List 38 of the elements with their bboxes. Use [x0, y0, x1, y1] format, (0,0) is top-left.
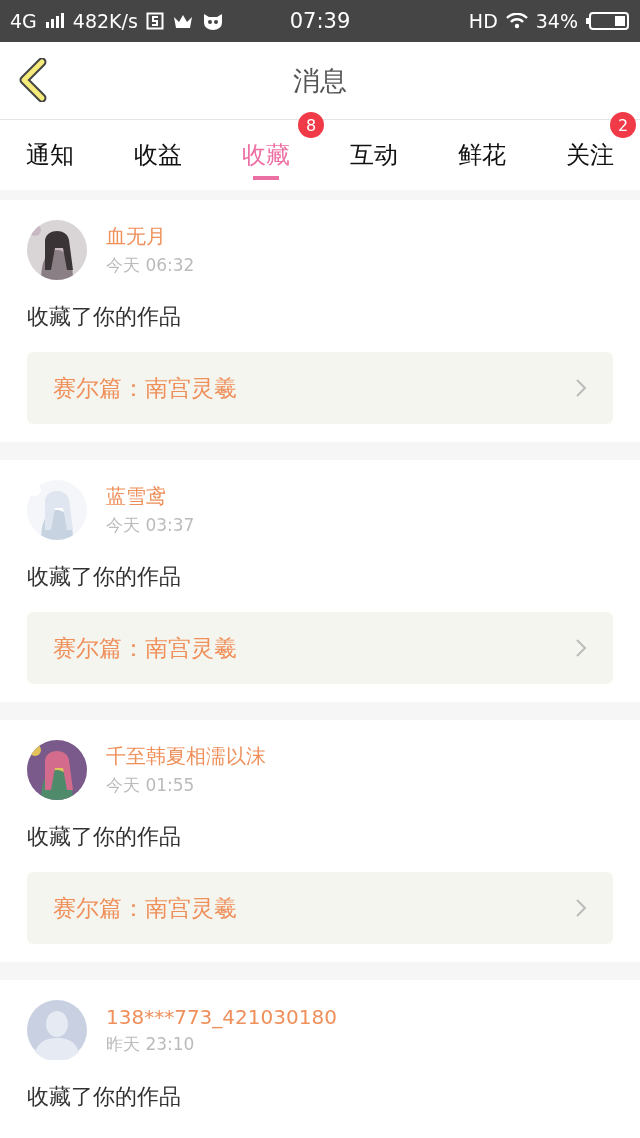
user-name[interactable]: 千至韩夏相濡以沫	[106, 743, 266, 770]
tab[interactable]: 通知	[18, 122, 82, 180]
message-text: 收藏了你的作品	[27, 303, 182, 331]
work-link[interactable]: 赛尔篇：南宫灵羲	[27, 352, 613, 424]
tab[interactable]: 互动	[342, 122, 406, 180]
avatar-placeholder-icon	[27, 1000, 87, 1060]
message-text: 收藏了你的作品	[27, 563, 182, 591]
work-link[interactable]: 赛尔篇：南宫灵羲	[27, 612, 613, 684]
user-name[interactable]: 血无月	[106, 223, 195, 250]
signal-icon	[44, 13, 65, 29]
user-name[interactable]: 蓝雪鸢	[106, 483, 195, 510]
page-title: 消息	[293, 63, 347, 98]
battery-percent: 34%	[535, 10, 578, 32]
cat-face-icon	[201, 12, 224, 30]
timestamp: 今天 01:55	[106, 774, 196, 797]
tab[interactable]: 鲜花	[450, 122, 514, 180]
timestamp: 昨天 23:10	[106, 1032, 196, 1056]
tab[interactable]: 收藏	[234, 122, 298, 180]
timestamp: 今天 06:32	[106, 254, 195, 277]
chevron-right-icon	[575, 378, 587, 398]
message-text: 收藏了你的作品	[27, 1083, 182, 1111]
storage-icon	[145, 12, 164, 30]
network-type: 4G	[10, 10, 37, 32]
battery-icon	[586, 12, 630, 30]
chevron-right-icon	[575, 898, 587, 918]
user-name[interactable]: 138***773_421030180	[106, 1004, 337, 1029]
tab[interactable]: 收益	[126, 122, 190, 180]
message-text: 收藏了你的作品	[27, 823, 182, 851]
wifi-icon	[505, 13, 528, 29]
timestamp: 今天 03:37	[106, 514, 195, 537]
count-badge: 8	[298, 112, 324, 138]
clock: 07:39	[289, 9, 351, 33]
work-link[interactable]: 赛尔篇：南宫灵羲	[27, 872, 613, 944]
network-speed: 482K/s	[72, 10, 138, 32]
hd-label: HD	[468, 10, 498, 32]
count-badge: 2	[610, 112, 636, 138]
chevron-right-icon	[575, 638, 587, 658]
crown-icon	[171, 13, 194, 29]
